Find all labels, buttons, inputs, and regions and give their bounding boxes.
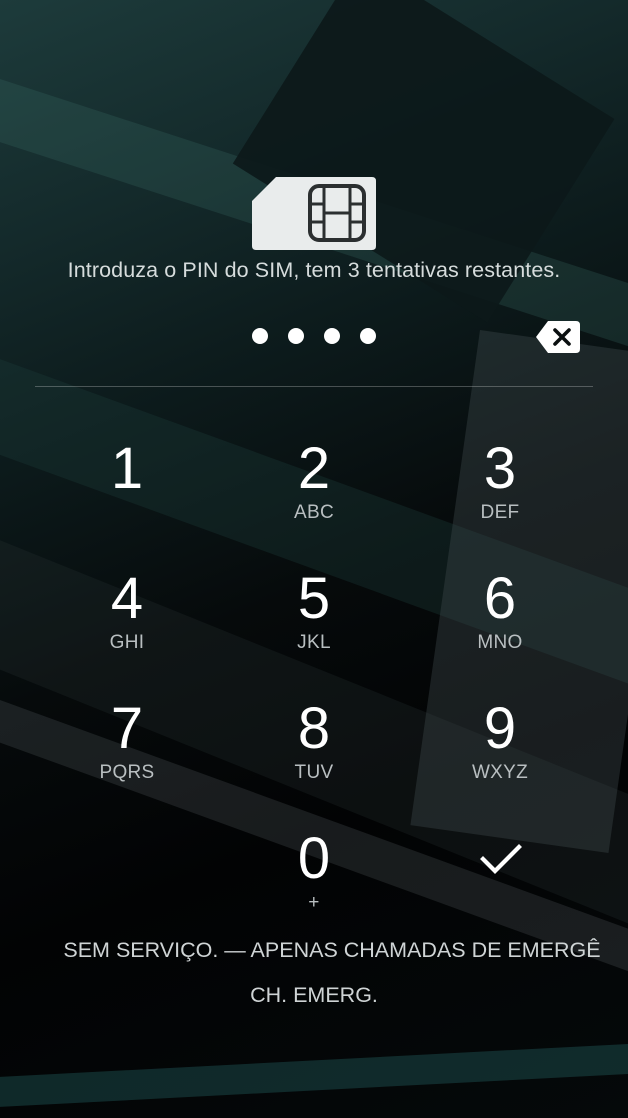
status-text: SEM SERVIÇO. — APENAS CHAMADAS DE EMERGÊ: [63, 938, 601, 962]
key-digit: 0: [297, 826, 331, 891]
key-4[interactable]: 4 GHI: [47, 570, 207, 680]
key-letters: TUV: [294, 762, 334, 783]
backspace-icon[interactable]: [536, 321, 580, 353]
key-digit: 2: [297, 436, 331, 501]
key-digit: 3: [483, 436, 517, 501]
key-6[interactable]: 6 MNO: [420, 570, 580, 680]
key-9[interactable]: 9 WXYZ: [420, 700, 580, 810]
key-letters: GHI: [109, 632, 145, 653]
pin-dot: [324, 328, 340, 344]
divider: [35, 386, 593, 387]
sim-pin-prompt: Introduza o PIN do SIM, tem 3 tentativas…: [67, 258, 561, 282]
key-8[interactable]: 8 TUV: [234, 700, 394, 810]
key-letters: DEF: [480, 502, 520, 523]
key-2[interactable]: 2 ABC: [234, 440, 394, 550]
key-1[interactable]: 1: [47, 440, 207, 550]
emergency-call-button[interactable]: CH. EMERG.: [224, 978, 404, 1012]
key-3[interactable]: 3 DEF: [420, 440, 580, 550]
pin-dot: [360, 328, 376, 344]
key-0[interactable]: 0 +: [234, 830, 394, 940]
key-letters: WXYZ: [471, 762, 529, 783]
key-digit: 6: [483, 566, 517, 631]
key-letters: PQRS: [99, 762, 155, 783]
checkmark-icon[interactable]: [478, 838, 524, 880]
pin-dot: [288, 328, 304, 344]
key-digit: 1: [110, 436, 144, 501]
key-letters: JKL: [297, 632, 331, 653]
no-service-status: SEM SERVIÇO. — APENAS CHAMADAS DE EMERGÊ: [0, 938, 628, 963]
pin-dot: [252, 328, 268, 344]
key-letters: +: [308, 892, 320, 913]
key-digit: 7: [110, 696, 144, 761]
key-letters: ABC: [294, 502, 334, 523]
key-digit: 4: [110, 566, 144, 631]
key-7[interactable]: 7 PQRS: [47, 700, 207, 810]
pin-entry-field[interactable]: [252, 328, 376, 346]
key-digit: 8: [297, 696, 331, 761]
sim-card-icon: [252, 177, 376, 250]
key-digit: 9: [483, 696, 517, 761]
key-digit: 5: [297, 566, 331, 631]
key-5[interactable]: 5 JKL: [234, 570, 394, 680]
key-letters: MNO: [477, 632, 523, 653]
